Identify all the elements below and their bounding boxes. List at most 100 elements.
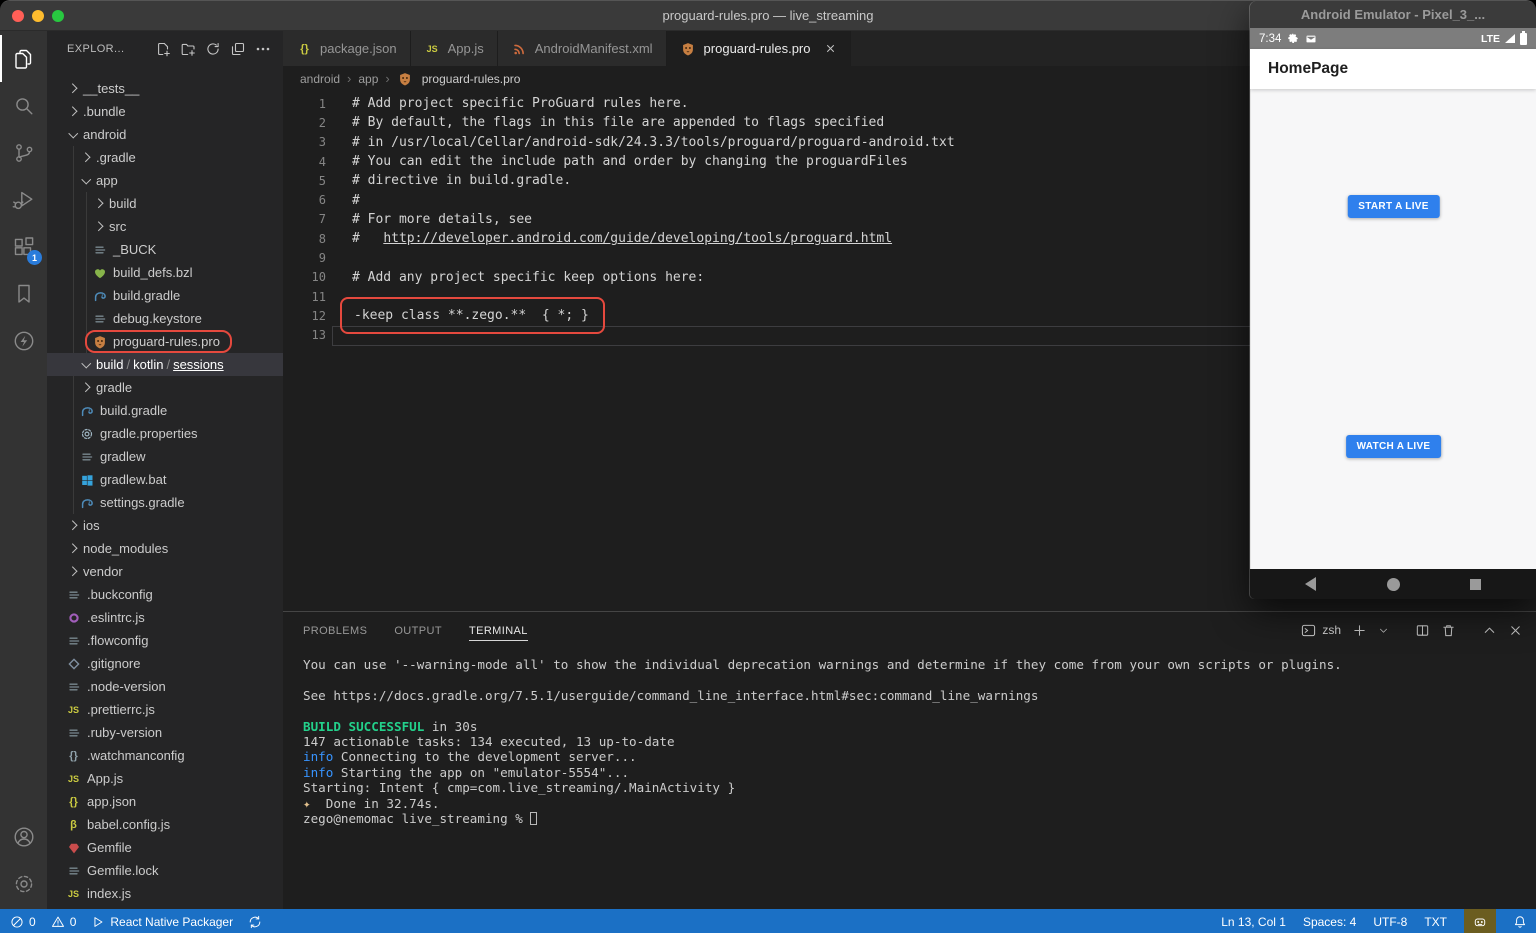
activity-search[interactable] [0,82,47,129]
tree-item-gemfile-lock[interactable]: Gemfile.lock [47,859,283,882]
tab-label: App.js [447,41,484,56]
new-terminal-icon[interactable] [1352,623,1367,638]
activity-bookmarks[interactable] [0,270,47,317]
panel-tab-problems[interactable]: PROBLEMS [303,620,367,641]
minimize-window-button[interactable] [32,10,44,22]
activity-account[interactable] [0,813,47,860]
breadcrumb-file[interactable]: proguard-rules.pro [397,72,520,86]
tree-item-build-gradle[interactable]: build.gradle [47,399,283,422]
tree-item-gemfile[interactable]: Gemfile [47,836,283,859]
close-window-button[interactable] [12,10,24,22]
status-encoding[interactable]: UTF-8 [1373,909,1407,933]
tree-item-src[interactable]: src [47,215,283,238]
status-sync[interactable] [248,909,262,933]
activity-explorer[interactable] [0,35,47,82]
breadcrumb-item[interactable]: app [358,72,378,86]
tab-proguard-rules-pro[interactable]: proguard-rules.pro [666,31,851,66]
kill-terminal-icon[interactable] [1441,623,1456,638]
tree-item-debug-keystore[interactable]: debug.keystore [47,307,283,330]
tab-androidmanifest-xml[interactable]: AndroidManifest.xml [497,31,667,66]
heart-file-icon [91,266,108,280]
tree-item-gradle-properties[interactable]: gradle.properties [47,422,283,445]
more-actions-icon[interactable] [255,41,271,57]
tree-item-node-version[interactable]: .node-version [47,675,283,698]
tree-item-gradlew-bat[interactable]: gradlew.bat [47,468,283,491]
tree-item-node-modules[interactable]: node_modules [47,537,283,560]
tree-item-app-js[interactable]: JS App.js [47,767,283,790]
refresh-explorer-icon[interactable] [205,41,221,57]
nav-back-icon[interactable] [1305,577,1316,591]
tree-item-android[interactable]: android [47,123,283,146]
tree-item-build[interactable]: build [47,192,283,215]
signal-icon [1505,34,1515,43]
nav-overview-icon[interactable] [1470,578,1481,590]
tree-item-build-kotlin-sessions[interactable]: build / kotlin / sessions [47,353,283,376]
nav-home-icon[interactable] [1386,577,1400,591]
tree-item-gradle[interactable]: .gradle [47,146,283,169]
activity-source-control[interactable] [0,129,47,176]
collapse-folders-icon[interactable] [230,41,246,57]
new-file-icon[interactable] [155,41,171,57]
tree-item-app[interactable]: app [47,169,283,192]
emulator-title-bar[interactable]: Android Emulator - Pixel_3_... [1250,1,1536,28]
tree-item-tests[interactable]: __tests__ [47,77,283,100]
tree-item-flowconfig[interactable]: .flowconfig [47,629,283,652]
tree-item-app-json[interactable]: {} app.json [47,790,283,813]
split-terminal-icon[interactable] [1415,623,1430,638]
tree-item-watchmanconfig[interactable]: {} .watchmanconfig [47,744,283,767]
list-file-icon [65,726,82,740]
terminal-dropdown-icon[interactable] [1378,623,1389,638]
zoom-window-button[interactable] [52,10,64,22]
status-cursor-position[interactable]: Ln 13, Col 1 [1221,909,1286,933]
status-language-mode[interactable]: TXT [1424,909,1447,933]
new-folder-icon[interactable] [180,41,196,57]
proguard-file-icon [397,72,414,86]
terminal-output[interactable]: You can use '--warning-mode all' to show… [283,648,1536,826]
code-link[interactable]: http://developer.android.com/guide/devel… [383,231,892,246]
status-warnings[interactable]: 0 [51,909,76,933]
tree-item-proguard-rules-pro[interactable]: proguard-rules.pro [47,330,283,353]
tab-package-json[interactable]: {} package.json [283,31,411,66]
tree-item-gitignore[interactable]: .gitignore [47,652,283,675]
tab-app-js[interactable]: JS App.js [410,31,498,66]
tree-item-index-js[interactable]: JS index.js [47,882,283,905]
tree-item-settings-gradle[interactable]: settings.gradle [47,491,283,514]
tree-item-gradle[interactable]: gradle [47,376,283,399]
tree-item-ios[interactable]: ios [47,514,283,537]
status-errors[interactable]: 0 [10,909,36,933]
status-indentation[interactable]: Spaces: 4 [1303,909,1356,933]
status-ai-assistant[interactable] [1464,909,1496,933]
tree-item-bundle[interactable]: .bundle [47,100,283,123]
close-tab-icon[interactable] [824,42,837,55]
tree-item-vendor[interactable]: vendor [47,560,283,583]
activity-run-debug[interactable] [0,176,47,223]
tree-item-eslintrc-js[interactable]: .eslintrc.js [47,606,283,629]
tree-item-gradlew[interactable]: gradlew [47,445,283,468]
close-panel-icon[interactable] [1508,623,1523,638]
code-text: # Add project specific ProGuard rules he… [352,96,689,112]
braces-gray-file-icon: {} [69,749,78,762]
tree-item-babel-config-js[interactable]: β babel.config.js [47,813,283,836]
activity-thunder[interactable] [0,317,47,364]
terminal-shell-selector[interactable]: zsh [1301,623,1341,638]
panel-tab-terminal[interactable]: TERMINAL [468,620,528,641]
tree-item-ruby-version[interactable]: .ruby-version [47,721,283,744]
activity-extensions[interactable]: 1 [0,223,47,270]
tree-item-buck[interactable]: _BUCK [47,238,283,261]
breadcrumb-item[interactable]: android [300,72,340,86]
explorer-title: EXPLOR... [67,43,125,55]
maximize-panel-icon[interactable] [1482,623,1497,638]
start-a-live-button[interactable]: START A LIVE [1347,195,1440,218]
tree-item-build-gradle[interactable]: build.gradle [47,284,283,307]
tree-item-prettierrc-js[interactable]: JS .prettierrc.js [47,698,283,721]
tree-item-buckconfig[interactable]: .buckconfig [47,583,283,606]
proguard-file-icon [91,335,108,349]
tree-item-label: build [109,196,137,211]
tree-item-build-defs-bzl[interactable]: build_defs.bzl [47,261,283,284]
watch-a-live-button[interactable]: WATCH A LIVE [1345,435,1442,458]
panel-tab-output[interactable]: OUTPUT [394,620,442,641]
terminal-line: 147 actionable tasks: 134 executed, 13 u… [303,734,675,749]
activity-settings[interactable] [0,860,47,907]
status-notifications[interactable] [1513,909,1527,933]
status-react-native-packager[interactable]: React Native Packager [91,909,233,933]
